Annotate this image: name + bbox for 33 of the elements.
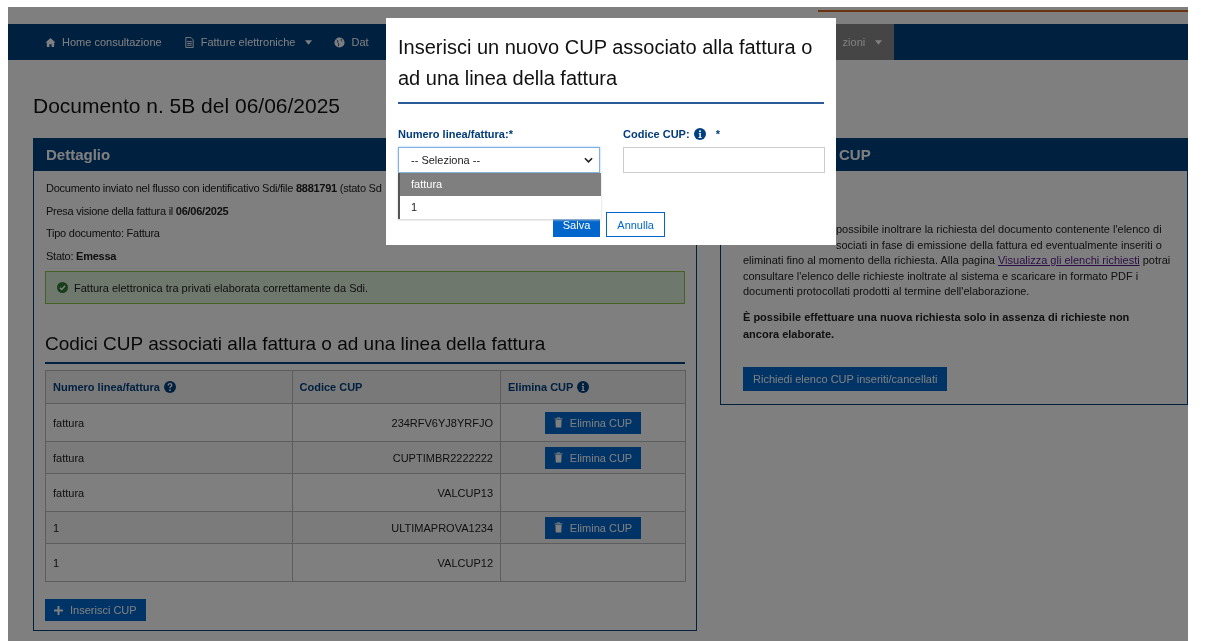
modal-title: Inserisci un nuovo CUP associato alla fattura o ad una linea della fattura bbox=[398, 32, 824, 104]
paragraph-text: documenti protocollati prodotti al termine dell'elaborazione. bbox=[743, 284, 1031, 299]
detail-text: Presa visione della fattura il 06/06/2025 bbox=[46, 203, 229, 219]
note-text: È possibile effettuare una nuova richiesta solo in assenza di richieste non ancora elaborate. bbox=[743, 309, 1131, 342]
table-cell: CUPTIMBR2222222 bbox=[292, 441, 501, 474]
required-mark: * bbox=[715, 128, 720, 140]
paragraph-text: sociati in fase di emissione della fattura ed eventualmente inseriti o bbox=[835, 237, 1163, 253]
detail-text: Tipo documento: Fattura bbox=[46, 226, 160, 241]
paragraph-text: potrai bbox=[1141, 254, 1171, 266]
paragraph-text: possibile inoltrare la richiesta del documento contenente l'elenco di bbox=[835, 222, 1163, 237]
table-cell: ULTIMAPROVA1234 bbox=[292, 511, 501, 544]
table-cell: 234RFV6YJ8YRFJO bbox=[292, 403, 501, 442]
detail-text: Stato: Emessa bbox=[46, 248, 117, 264]
table-cell: 1 bbox=[45, 511, 292, 544]
paragraph-text: eliminati fino al momento della richiesta. Alla pagina bbox=[743, 254, 996, 266]
table-cell: VALCUP12 bbox=[292, 543, 501, 582]
table-cell: fattura bbox=[45, 403, 292, 442]
field-label: Numero linea/fattura:* bbox=[398, 128, 513, 140]
table-cell: fattura bbox=[45, 473, 292, 512]
field-label: Codice CUP: bbox=[623, 128, 690, 140]
column-header: Numero linea/fattura bbox=[45, 370, 292, 404]
page-title: Documento n. 5B del 06/06/2025 bbox=[33, 93, 341, 119]
table-cell: fattura bbox=[45, 441, 292, 474]
table-cell: VALCUP13 bbox=[292, 473, 501, 512]
column-header: Elimina CUP bbox=[500, 370, 686, 404]
column-header: Codice CUP bbox=[292, 370, 501, 404]
panel-title: CUP bbox=[839, 146, 871, 163]
section-title: Codici CUP associati alla fattura o ad una linea della fattura bbox=[45, 332, 685, 364]
panel-title: Dettaglio bbox=[46, 146, 111, 163]
paragraph-text: consultare l'elenco delle richieste inoltrate al sistema e scaricare in formato PDF i bbox=[743, 268, 1140, 284]
detail-text: Documento inviato nel flusso con identificativo Sdi/file 8881791 (stato Sd bbox=[46, 181, 382, 196]
table-cell: 1 bbox=[45, 543, 292, 582]
alert-text: Fattura elettronica tra privati elaborata correttamente da Sdi. bbox=[74, 281, 369, 294]
